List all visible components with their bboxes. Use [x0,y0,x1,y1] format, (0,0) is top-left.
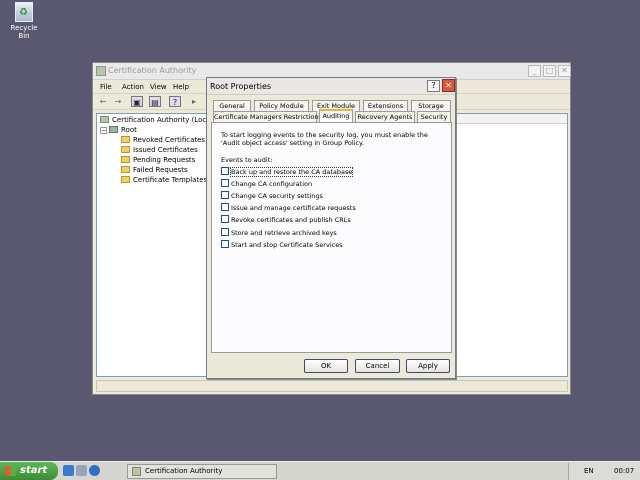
recycle-bin-icon [15,2,33,22]
tab-certificate-managers-restrictions[interactable]: Certificate Managers Restrictions [213,111,322,122]
checkbox-box[interactable] [221,191,229,199]
tree-node-root[interactable]: − Root [100,126,137,134]
dialog-titlebar[interactable]: Root Properties ? ✕ [207,78,455,95]
tab-security[interactable]: Security [417,111,451,122]
dialog-title: Root Properties [210,82,272,91]
show-desktop-icon[interactable] [63,465,74,476]
back-arrow-icon[interactable]: ← [97,96,109,107]
events-to-audit-label: Events to audit: [221,156,273,164]
certificate-authority-icon [96,66,106,76]
recycle-bin-shortcut[interactable]: Recycle Bin [4,2,44,40]
show-hide-tree-icon[interactable]: ▣ [131,96,143,107]
start-button[interactable]: start [0,462,58,480]
tab-policy-module[interactable]: Policy Module [254,100,309,111]
checkbox-box[interactable] [221,167,229,175]
help-icon[interactable]: ? [427,80,440,92]
menu-help[interactable]: Help [173,83,189,91]
auditing-panel: To start logging events to the security … [211,122,452,353]
tab-extensions[interactable]: Extensions [363,100,408,111]
tab-storage[interactable]: Storage [411,100,451,111]
tab-auditing[interactable]: Auditing [319,109,353,122]
forward-arrow-icon[interactable]: → [112,96,124,107]
checkbox-box[interactable] [221,215,229,223]
collapse-icon[interactable]: − [100,127,107,134]
apply-button[interactable]: Apply [406,359,450,373]
taskbar-item-certification-authority[interactable]: Certification Authority [127,464,277,479]
language-indicator[interactable]: EN [584,467,594,475]
minimize-icon[interactable]: _ [528,65,541,77]
system-tray: EN 00:07 [568,463,640,480]
menu-view[interactable]: View [150,83,167,91]
checkbox-revoke-certificates-publish-crls[interactable]: Revoke certificates and publish CRLs [221,215,351,224]
tree-node-failed-requests[interactable]: Failed Requests [121,166,188,174]
checkbox-box[interactable] [221,179,229,187]
tab-general[interactable]: General [213,100,251,111]
internet-explorer-icon[interactable] [89,465,100,476]
checkbox-store-retrieve-archived-keys[interactable]: Store and retrieve archived keys [221,228,337,237]
root-properties-dialog: Root Properties ? ✕ General Policy Modul… [206,77,456,379]
certificate-authority-icon [132,467,141,476]
tree-node-certificate-templates[interactable]: Certificate Templates [121,176,207,184]
properties-icon[interactable]: ▤ [149,96,161,107]
ok-button[interactable]: OK [304,359,348,373]
checkbox-change-ca-security-settings[interactable]: Change CA security settings [221,191,323,200]
tree-node-pending-requests[interactable]: Pending Requests [121,156,195,164]
console-tree: Certification Authority (Local) − Root Re… [96,113,215,377]
maximize-icon[interactable]: □ [543,65,556,77]
close-icon[interactable]: ✕ [442,79,455,92]
audit-info-text: To start logging events to the security … [221,131,428,147]
help-book-icon[interactable]: ? [169,96,181,107]
close-icon[interactable]: ✕ [558,65,571,77]
status-bar [96,380,568,392]
server-manager-icon[interactable] [76,465,87,476]
folder-icon [121,176,130,183]
folder-icon [121,166,130,173]
folder-icon [121,146,130,153]
folder-icon [121,156,130,163]
tab-recovery-agents[interactable]: Recovery Agents [355,111,415,122]
tree-node-revoked-certificates[interactable]: Revoked Certificates [121,136,205,144]
recycle-bin-label: Recycle Bin [10,24,38,40]
windows-logo-icon [5,466,16,476]
cancel-button[interactable]: Cancel [355,359,400,373]
menu-file[interactable]: File [100,83,112,91]
clock[interactable]: 00:07 [614,467,634,475]
checkbox-backup-restore-ca-database[interactable]: Back up and restore the CA database [221,167,354,177]
checkbox-start-stop-certificate-services[interactable]: Start and stop Certificate Services [221,240,343,249]
taskbar: start Certification Authority EN 00:07 [0,461,640,480]
play-icon[interactable]: ▸ [188,96,200,107]
tree-node-issued-certificates[interactable]: Issued Certificates [121,146,198,154]
tree-node-ca-local[interactable]: Certification Authority (Local) [100,116,215,124]
checkbox-change-ca-configuration[interactable]: Change CA configuration [221,179,312,188]
certificate-authority-icon [100,116,109,123]
menu-action[interactable]: Action [122,83,144,91]
checkbox-box[interactable] [221,203,229,211]
ca-server-icon [109,126,118,133]
mmc-title: Certification Authority [108,66,197,75]
checkbox-box[interactable] [221,228,229,236]
folder-icon [121,136,130,143]
checkbox-issue-manage-certificate-requests[interactable]: Issue and manage certificate requests [221,203,356,212]
checkbox-box[interactable] [221,240,229,248]
